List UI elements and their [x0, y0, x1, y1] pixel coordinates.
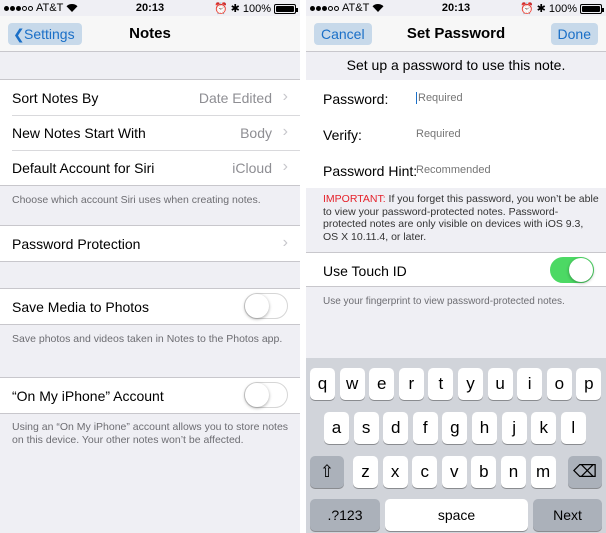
- chevron-right-icon: ›: [282, 88, 288, 105]
- verify-row: Verify:: [306, 116, 606, 152]
- key-x[interactable]: x: [382, 456, 408, 488]
- next-key[interactable]: Next: [533, 499, 602, 531]
- status-bar: AT&T 20:13 ⏰ ✱ 100%: [0, 0, 300, 16]
- alarm-icon: ⏰: [519, 3, 534, 15]
- key-w[interactable]: w: [339, 368, 365, 400]
- touch-id-toggle[interactable]: [550, 257, 594, 283]
- key-s[interactable]: s: [353, 412, 379, 444]
- key-o[interactable]: o: [546, 368, 572, 400]
- nav-bar: ❮ Settings Notes: [0, 16, 300, 52]
- save-media-toggle[interactable]: [244, 293, 288, 319]
- key-f[interactable]: f: [412, 412, 438, 444]
- alarm-icon: ⏰: [213, 3, 228, 15]
- shift-key[interactable]: ⇧: [310, 456, 344, 488]
- password-fields: Password: Verify: Password Hint:: [306, 80, 606, 188]
- on-my-iphone-toggle[interactable]: [244, 382, 288, 408]
- nav-bar: Cancel Set Password Done: [306, 16, 606, 52]
- verify-label: Verify:: [323, 127, 362, 143]
- row-value: iCloud: [232, 160, 272, 176]
- row-label: Default Account for Siri: [12, 160, 155, 176]
- key-h[interactable]: h: [472, 412, 497, 444]
- row-label: “On My iPhone” Account: [12, 388, 164, 404]
- key-d[interactable]: d: [383, 412, 409, 444]
- key-z[interactable]: z: [353, 456, 378, 488]
- password-hint-row: Password Hint:: [306, 152, 606, 188]
- delete-key[interactable]: ⌫: [568, 456, 602, 488]
- row-label: Password Protection: [12, 236, 141, 252]
- save-media-row: Save Media to Photos: [0, 289, 300, 324]
- keyboard: q w e r t y u i o p a s d f g h j k l ⇧ z x c v b n m ⌫ .?123 space Ne…: [306, 358, 606, 533]
- key-p[interactable]: p: [576, 368, 602, 400]
- row-value: Body: [240, 125, 272, 141]
- key-v[interactable]: v: [441, 456, 467, 488]
- row-label: Save Media to Photos: [12, 299, 149, 315]
- row-value: Date Edited: [198, 90, 272, 106]
- on-my-iphone-group: “On My iPhone” Account: [0, 377, 300, 414]
- save-media-note: Save photos and videos taken in Notes to…: [12, 333, 283, 345]
- notes-options-group: Sort Notes By Date Edited › New Notes St…: [0, 79, 300, 186]
- sort-notes-by-row[interactable]: Sort Notes By Date Edited ›: [0, 80, 300, 115]
- password-warning: IMPORTANT: If you forget this password, …: [323, 193, 599, 243]
- key-r[interactable]: r: [398, 368, 424, 400]
- key-u[interactable]: u: [487, 368, 513, 400]
- password-input[interactable]: [416, 92, 596, 104]
- row-label: New Notes Start With: [12, 125, 146, 141]
- key-y[interactable]: y: [458, 368, 483, 400]
- key-t[interactable]: t: [428, 368, 454, 400]
- default-account-siri-row[interactable]: Default Account for Siri iCloud ›: [0, 150, 300, 185]
- key-c[interactable]: c: [412, 456, 438, 488]
- chevron-right-icon: ›: [282, 234, 288, 251]
- space-key[interactable]: space: [385, 499, 528, 531]
- battery-icon: [580, 3, 604, 14]
- password-hint-label: Password Hint:: [323, 163, 418, 179]
- password-prompt: Set up a password to use this note.: [346, 57, 566, 73]
- numbers-key[interactable]: .?123: [310, 499, 380, 531]
- touch-id-row: Use Touch ID: [306, 252, 606, 287]
- password-label: Password:: [323, 91, 389, 107]
- save-media-group: Save Media to Photos: [0, 288, 300, 325]
- password-row: Password:: [306, 80, 606, 116]
- bluetooth-icon: ✱: [536, 3, 546, 15]
- password-protection-row[interactable]: Password Protection ›: [0, 226, 300, 261]
- touch-id-label: Use Touch ID: [323, 263, 407, 279]
- key-j[interactable]: j: [501, 412, 527, 444]
- touch-id-note: Use your fingerprint to view password-pr…: [323, 296, 565, 307]
- chevron-right-icon: ›: [282, 158, 288, 175]
- battery-icon: [274, 3, 298, 14]
- notes-settings-screen: AT&T 20:13 ⏰ ✱ 100% ❮ Settings Notes Sor…: [0, 0, 300, 533]
- status-bar: AT&T 20:13 ⏰ ✱ 100%: [306, 0, 606, 16]
- battery-percent: 100%: [548, 2, 577, 15]
- key-i[interactable]: i: [517, 368, 543, 400]
- page-title: Notes: [129, 25, 171, 42]
- key-q[interactable]: q: [310, 368, 335, 400]
- on-my-iphone-row: “On My iPhone” Account: [0, 378, 300, 413]
- key-e[interactable]: e: [369, 368, 395, 400]
- battery-percent: 100%: [242, 2, 271, 15]
- row-label: Sort Notes By: [12, 90, 99, 106]
- on-my-iphone-note: Using an “On My iPhone” account allows y…: [12, 421, 289, 446]
- bluetooth-icon: ✱: [230, 3, 240, 15]
- siri-account-note: Choose which account Siri uses when crea…: [12, 194, 261, 206]
- password-hint-input[interactable]: [416, 164, 596, 176]
- new-notes-start-with-row[interactable]: New Notes Start With Body ›: [0, 115, 300, 150]
- important-label: IMPORTANT:: [323, 193, 386, 205]
- key-n[interactable]: n: [501, 456, 526, 488]
- key-g[interactable]: g: [442, 412, 468, 444]
- set-password-screen: AT&T 20:13 ⏰ ✱ 100% Cancel Set Password …: [306, 0, 606, 533]
- key-k[interactable]: k: [531, 412, 557, 444]
- chevron-right-icon: ›: [282, 123, 288, 140]
- key-l[interactable]: l: [560, 412, 586, 444]
- key-m[interactable]: m: [530, 456, 556, 488]
- verify-input[interactable]: [416, 128, 596, 140]
- password-group: Password Protection ›: [0, 225, 300, 262]
- done-button[interactable]: Done: [550, 23, 598, 45]
- key-a[interactable]: a: [324, 412, 349, 444]
- key-b[interactable]: b: [471, 456, 497, 488]
